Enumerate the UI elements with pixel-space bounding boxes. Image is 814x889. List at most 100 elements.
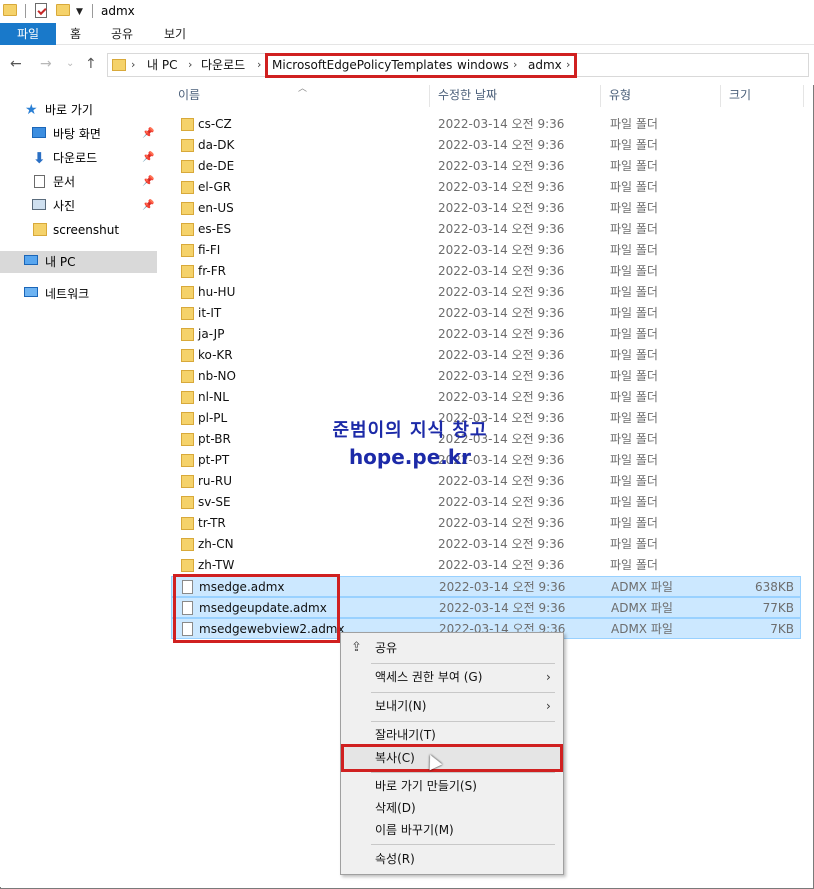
file-name: el-GR [198,180,232,194]
menu-separator [371,692,555,693]
folder-icon [181,496,194,509]
menu-item-create-shortcut[interactable]: 바로 가기 만들기(S) [343,775,561,797]
pin-icon[interactable]: 📌 [142,175,154,189]
folder-icon [181,244,194,257]
chevron-right-icon[interactable]: › [131,57,135,73]
forward-arrow-icon[interactable]: → [40,55,52,73]
tab-file[interactable]: 파일 [0,23,56,45]
file-modified: 2022-03-14 오전 9:36 [438,117,565,131]
file-type: 파일 폴더 [610,453,658,467]
folder-row[interactable]: tr-TR 2022-03-14 오전 9:36 파일 폴더 [171,513,801,534]
nav-item-this-pc[interactable]: 내 PC [0,251,157,273]
nav-label: 바탕 화면 [53,127,101,141]
folder-row[interactable]: ru-RU 2022-03-14 오전 9:36 파일 폴더 [171,471,801,492]
nav-item-downloads[interactable]: ⬇ 다운로드 📌 [0,147,157,169]
folder-row[interactable]: hu-HU 2022-03-14 오전 9:36 파일 폴더 [171,282,801,303]
folder-row[interactable]: cs-CZ 2022-03-14 오전 9:36 파일 폴더 [171,114,801,135]
folder-row[interactable]: en-US 2022-03-14 오전 9:36 파일 폴더 [171,198,801,219]
column-divider[interactable] [429,85,430,107]
folder-icon [181,412,194,425]
column-header-modified[interactable]: 수정한 날짜 [438,87,497,103]
menu-item-properties[interactable]: 속성(R) [343,848,561,870]
file-modified: 2022-03-14 오전 9:36 [438,474,565,488]
column-header-size[interactable]: 크기 [729,87,751,103]
nav-label: 다운로드 [53,151,98,165]
folder-row[interactable]: it-IT 2022-03-14 오전 9:36 파일 폴더 [171,303,801,324]
menu-item-label: 잘라내기(T) [375,728,436,742]
file-type: 파일 폴더 [610,159,658,173]
back-arrow-icon[interactable]: ← [10,55,22,73]
folder-row[interactable]: ja-JP 2022-03-14 오전 9:36 파일 폴더 [171,324,801,345]
menu-item-send-to[interactable]: 보내기(N) › [343,695,561,717]
column-divider[interactable] [803,85,804,107]
nav-item-documents[interactable]: 문서 📌 [0,171,157,193]
folder-row[interactable]: zh-TW 2022-03-14 오전 9:36 파일 폴더 [171,555,801,576]
file-name: ko-KR [198,348,233,362]
pin-icon[interactable]: 📌 [142,127,154,141]
network-icon [24,287,38,297]
folder-row[interactable]: el-GR 2022-03-14 오전 9:36 파일 폴더 [171,177,801,198]
nav-item-desktop[interactable]: 바탕 화면 📌 [0,123,157,145]
download-icon: ⬇ [33,149,46,167]
menu-item-cut[interactable]: 잘라내기(T) [343,724,561,746]
pin-icon[interactable]: 📌 [142,151,154,165]
menu-item-share[interactable]: ⇪ 공유 [343,637,561,659]
folder-icon [3,4,17,16]
menu-separator [371,663,555,664]
folder-row[interactable]: fr-FR 2022-03-14 오전 9:36 파일 폴더 [171,261,801,282]
file-type: ADMX 파일 [611,601,673,615]
pin-icon[interactable]: 📌 [142,199,154,213]
nav-item-pictures[interactable]: 사진 📌 [0,195,157,217]
folder-row[interactable]: da-DK 2022-03-14 오전 9:36 파일 폴더 [171,135,801,156]
breadcrumb-downloads[interactable]: 다운로드 [201,57,245,73]
chevron-right-icon[interactable]: › [188,57,192,73]
customize-toolbar-icon[interactable]: ▼ [76,6,83,18]
share-icon: ⇪ [351,640,362,655]
file-size: 638KB [754,580,794,594]
file-type: 파일 폴더 [610,117,658,131]
chevron-right-icon[interactable]: › [257,57,261,73]
folder-row[interactable]: de-DE 2022-03-14 오전 9:36 파일 폴더 [171,156,801,177]
folder-icon [181,475,194,488]
menu-item-label: 속성(R) [375,852,415,866]
folder-row[interactable]: sv-SE 2022-03-14 오전 9:36 파일 폴더 [171,492,801,513]
menu-item-rename[interactable]: 이름 바꾸기(M) [343,819,561,841]
file-type: 파일 폴더 [610,516,658,530]
up-arrow-icon[interactable]: ↑ [85,55,97,73]
properties-icon[interactable] [35,3,47,18]
file-name: ru-RU [198,474,232,488]
folder-row[interactable]: es-ES 2022-03-14 오전 9:36 파일 폴더 [171,219,801,240]
folder-icon [181,139,194,152]
recent-locations-icon[interactable]: ⌄ [66,55,74,73]
nav-item-quick-access[interactable]: ★ 바로 가기 [0,99,157,121]
file-modified: 2022-03-14 오전 9:36 [438,558,565,572]
file-name: sv-SE [198,495,231,509]
toolbar-separator [25,4,26,18]
folder-row[interactable]: fi-FI 2022-03-14 오전 9:36 파일 폴더 [171,240,801,261]
folder-row[interactable]: zh-CN 2022-03-14 오전 9:36 파일 폴더 [171,534,801,555]
folder-row[interactable]: ko-KR 2022-03-14 오전 9:36 파일 폴더 [171,345,801,366]
sort-ascending-icon: ︿ [298,84,308,94]
desktop-icon [32,127,46,138]
column-divider[interactable] [720,85,721,107]
file-name: ja-JP [198,327,225,341]
column-header-name[interactable]: 이름 [178,87,200,103]
menu-item-give-access[interactable]: 액세스 권한 부여 (G) › [343,666,561,688]
column-divider[interactable] [600,85,601,107]
folder-row[interactable]: nb-NO 2022-03-14 오전 9:36 파일 폴더 [171,366,801,387]
new-folder-icon[interactable] [56,4,70,16]
column-header-type[interactable]: 유형 [609,87,631,103]
watermark-line1: 준범이의 지식 창고 [332,420,488,441]
folder-row[interactable]: nl-NL 2022-03-14 오전 9:36 파일 폴더 [171,387,801,408]
folder-icon [181,160,194,173]
nav-item-network[interactable]: 네트워크 [0,283,157,305]
nav-item-screenshut[interactable]: screenshut [0,219,157,241]
file-type: ADMX 파일 [611,580,673,594]
file-name: es-ES [198,222,232,236]
breadcrumb-this-pc[interactable]: 내 PC [147,57,177,73]
tab-share[interactable]: 공유 [111,23,133,45]
tab-home[interactable]: 홈 [70,23,81,45]
file-modified: 2022-03-14 오전 9:36 [438,222,565,236]
menu-item-delete[interactable]: 삭제(D) [343,797,561,819]
tab-view[interactable]: 보기 [164,23,186,45]
